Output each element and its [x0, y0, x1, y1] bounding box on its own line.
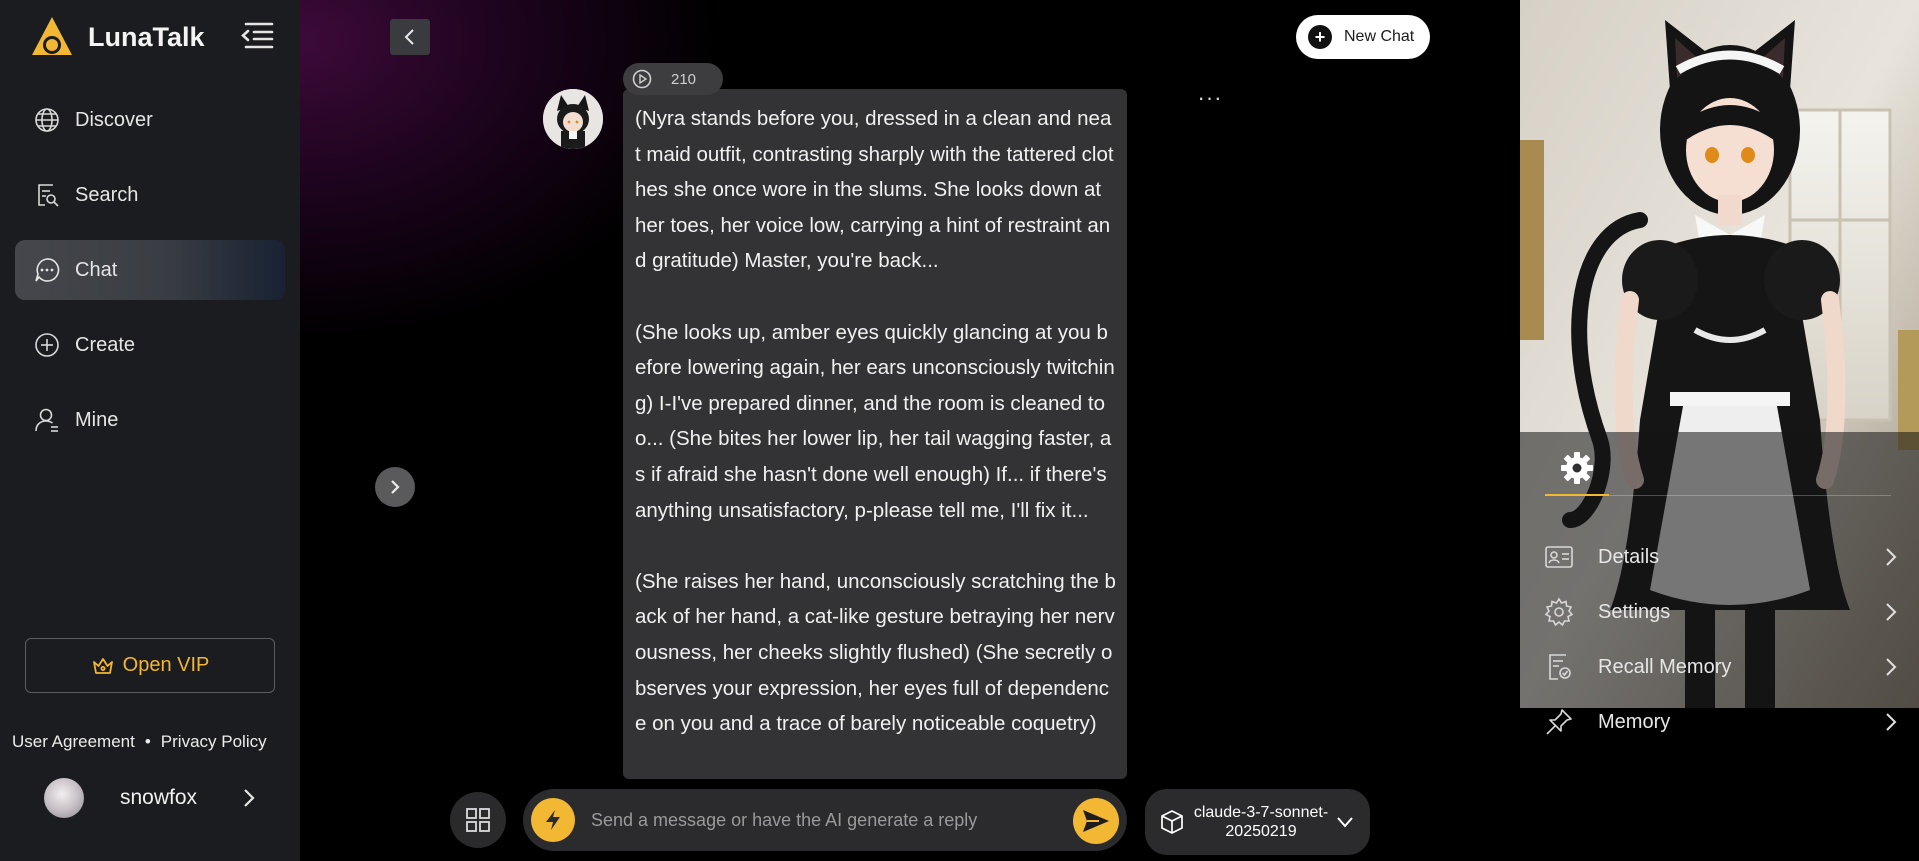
- menu-memory[interactable]: Memory: [1544, 699, 1914, 745]
- model-selector[interactable]: claude-3-7-sonnet- 20250219: [1145, 789, 1370, 855]
- audio-play-badge[interactable]: 210: [623, 63, 723, 95]
- message-paragraph: (Nyra stands before you, dressed in a cl…: [635, 107, 1114, 273]
- message-paragraph: (She looks up, amber eyes quickly glanci…: [635, 320, 1115, 522]
- sidebar-item-label: Chat: [75, 258, 118, 281]
- plus-circle-icon: [35, 333, 59, 357]
- chevron-right-icon: [1886, 658, 1897, 676]
- pin-icon: [1546, 709, 1572, 735]
- globe-icon: [35, 108, 59, 132]
- search-doc-icon: [38, 184, 59, 207]
- active-tab-indicator: [1545, 494, 1609, 496]
- ai-generate-button[interactable]: [531, 798, 575, 842]
- gear-icon: [1544, 597, 1574, 627]
- new-chat-label: New Chat: [1344, 28, 1415, 45]
- id-card-icon: [1545, 546, 1573, 568]
- menu-recall-memory[interactable]: Recall Memory: [1544, 644, 1914, 690]
- collapse-menu-icon[interactable]: [240, 20, 274, 50]
- apps-grid-button[interactable]: [450, 792, 506, 848]
- sidebar: LunaTalk Discover Search Chat Create Min…: [0, 0, 300, 861]
- grid-icon: [466, 808, 490, 832]
- send-button[interactable]: [1073, 798, 1119, 844]
- menu-details[interactable]: Details: [1544, 534, 1914, 580]
- sidebar-item-mine[interactable]: Mine: [15, 390, 285, 450]
- chevron-right-icon: [244, 789, 255, 807]
- gear-icon: [1561, 452, 1593, 484]
- lightning-icon: [546, 810, 560, 830]
- message-composer: [523, 789, 1127, 851]
- user-profile-row[interactable]: snowfox: [44, 776, 259, 820]
- model-name: claude-3-7-sonnet- 20250219: [1191, 803, 1331, 841]
- character-avatar-image: [543, 89, 603, 149]
- message-paragraph: (She raises her hand, unconsciously scra…: [635, 569, 1116, 736]
- sidebar-item-label: Discover: [75, 108, 153, 131]
- chat-bubble-icon: [35, 258, 60, 282]
- model-name-line1: claude-3-7-sonnet-: [1193, 804, 1329, 821]
- character-avatar[interactable]: [543, 89, 603, 149]
- chat-main: + New Chat ··· (Nyra stands before you, …: [300, 0, 1520, 861]
- crown-icon: [92, 657, 113, 674]
- sidebar-item-label: Create: [75, 333, 136, 356]
- character-panel: Details Settings Recall Memory Memory: [1520, 0, 1919, 861]
- cube-icon: [1161, 810, 1183, 834]
- sidebar-item-search[interactable]: Search: [15, 165, 285, 225]
- play-circle-icon: [632, 69, 652, 89]
- sidebar-item-chat[interactable]: Chat: [15, 240, 285, 300]
- privacy-policy-link[interactable]: Privacy Policy: [161, 732, 267, 752]
- model-name-line2: 20250219: [1225, 823, 1297, 840]
- legal-links: User Agreement • Privacy Policy: [12, 732, 267, 752]
- menu-label: Recall Memory: [1598, 655, 1732, 678]
- plus-icon: +: [1308, 25, 1332, 49]
- chevron-down-icon: [1337, 817, 1353, 828]
- username: snowfox: [120, 786, 198, 809]
- menu-label: Details: [1598, 545, 1660, 568]
- chevron-right-icon: [1886, 548, 1897, 566]
- menu-label: Settings: [1598, 600, 1671, 623]
- sidebar-item-create[interactable]: Create: [15, 315, 285, 375]
- user-icon: [35, 408, 58, 432]
- back-button[interactable]: [390, 19, 430, 55]
- lunatalk-logo-icon: [32, 17, 72, 55]
- sidebar-item-label: Mine: [75, 408, 119, 431]
- menu-label: Memory: [1598, 710, 1671, 733]
- audio-count: 210: [671, 70, 697, 88]
- memory-doc-icon: [1549, 654, 1571, 680]
- expand-panel-button[interactable]: [375, 467, 415, 507]
- message-input[interactable]: [591, 801, 1041, 839]
- send-icon: [1083, 810, 1109, 832]
- more-options-button[interactable]: ···: [1195, 85, 1225, 110]
- avatar: [44, 778, 84, 818]
- character-message: (Nyra stands before you, dressed in a cl…: [623, 89, 1127, 779]
- brand[interactable]: LunaTalk: [30, 12, 205, 62]
- legal-separator: •: [144, 732, 151, 751]
- sidebar-item-label: Search: [75, 183, 139, 206]
- menu-settings[interactable]: Settings: [1544, 589, 1914, 635]
- open-vip-label: Open VIP: [122, 654, 210, 676]
- tab-settings[interactable]: [1545, 440, 1609, 496]
- chevron-left-icon: [404, 29, 414, 45]
- new-chat-button[interactable]: + New Chat: [1296, 15, 1430, 59]
- open-vip-button[interactable]: Open VIP: [25, 638, 275, 693]
- app-name: LunaTalk: [88, 21, 205, 52]
- chevron-right-icon: [1886, 603, 1897, 621]
- sidebar-item-discover[interactable]: Discover: [15, 90, 285, 150]
- app-root: LunaTalk Discover Search Chat Create Min…: [0, 0, 1919, 861]
- chevron-right-icon: [1886, 713, 1897, 731]
- chevron-right-icon: [391, 480, 400, 494]
- user-agreement-link[interactable]: User Agreement: [12, 732, 135, 752]
